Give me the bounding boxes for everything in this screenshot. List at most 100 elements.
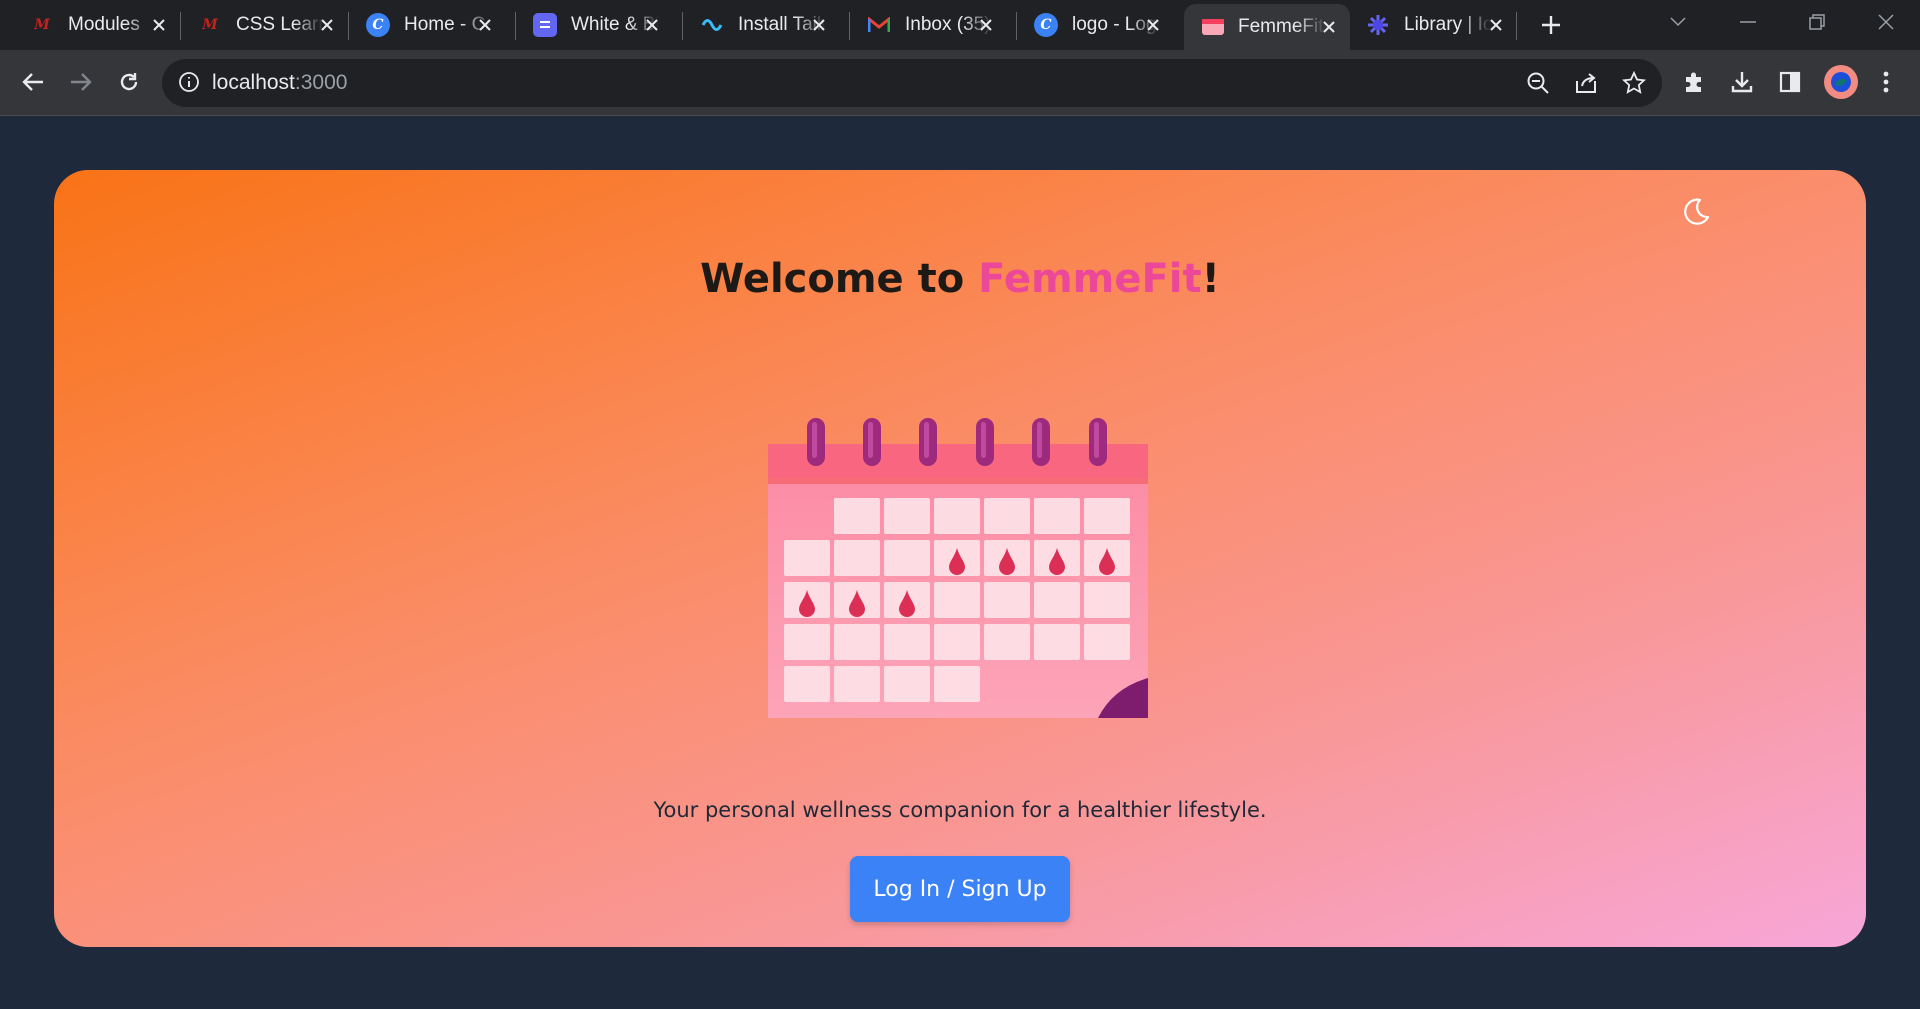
close-icon [1878,14,1894,30]
minimize-icon [1740,21,1756,23]
reload-icon [120,73,138,91]
tab-home-canva[interactable]: C Home - Canva [336,0,506,50]
close-icon[interactable] [975,14,997,36]
calendar-day-cell [934,582,980,618]
tab-femmefit[interactable]: FemmeFit [1184,4,1350,50]
restore-icon [1809,14,1825,30]
restore-button[interactable] [1795,4,1839,40]
calendar-day-cell [1084,624,1130,660]
zoom-out-icon[interactable] [1524,69,1552,97]
calendar-day-cell [934,624,980,660]
avatar-icon [1831,72,1851,92]
reload-button[interactable] [111,64,147,100]
binder-ring-highlight [868,422,873,458]
calendar-day-cell [834,498,880,534]
binder-ring-highlight [981,422,986,458]
plus-icon [1542,16,1560,34]
side-panel-icon [1779,71,1801,93]
minimize-button[interactable] [1726,4,1770,40]
back-button[interactable] [15,64,51,100]
calendar-day-cell [784,666,830,702]
tab-library[interactable]: Library | Icons [1352,0,1517,50]
tab-install-tailwind[interactable]: Install Tailwind [670,0,840,50]
close-icon[interactable] [1318,16,1340,38]
downloads-button[interactable] [1724,64,1760,100]
calendar-day-cell [834,624,880,660]
bookmark-star-icon[interactable] [1620,69,1648,97]
calendar-day-cell [834,666,880,702]
close-icon[interactable] [808,14,830,36]
tab-search-button[interactable] [1656,4,1700,40]
tab-modules[interactable]: M Modules [0,0,180,50]
tab-inbox[interactable]: Inbox (35) [837,0,1007,50]
welcome-heading: Welcome to FemmeFit! [54,256,1866,302]
close-icon[interactable] [1485,14,1507,36]
tab-strip: M Modules M CSS Learn C Home - Canva Whi… [0,0,1920,50]
close-window-button[interactable] [1864,4,1908,40]
arrow-right-icon [71,73,92,91]
chevron-down-icon [1670,17,1686,27]
moon-icon [1684,198,1710,225]
side-panel-button[interactable] [1772,64,1808,100]
page-viewport: Welcome to FemmeFit! Your personal welln… [0,117,1920,1009]
forward-button[interactable] [63,64,99,100]
calendar-day-cell [1034,498,1080,534]
tab-title: Library | Icons [1404,14,1492,35]
calendar-day-cell [984,498,1030,534]
tailwind-icon [700,13,724,37]
url-host: localhost [212,71,295,94]
tagline: Your personal wellness companion for a h… [653,798,1267,822]
calendar-day-cell [934,498,980,534]
calendar-day-cell [884,540,930,576]
calendar-day-cell [884,498,930,534]
doc-icon [533,13,557,37]
femmefit-icon [1202,19,1224,35]
tab-title: FemmeFit [1238,16,1324,37]
calendar-day-cell [934,666,980,702]
calendar-day-cell [1084,498,1130,534]
share-icon[interactable] [1572,69,1600,97]
canva-icon: C [1034,13,1058,37]
m-logo-icon: M [202,17,218,33]
calendar-day-cell [784,624,830,660]
gear-flower-icon [1366,13,1390,37]
tab-css-learn[interactable]: M CSS Learn [168,0,348,50]
close-icon[interactable] [1142,14,1164,36]
calendar-day-cell [834,540,880,576]
close-icon[interactable] [474,14,496,36]
info-icon[interactable] [178,71,200,98]
calendar-day-cell [1034,624,1080,660]
binder-ring-highlight [1094,422,1099,458]
address-bar[interactable]: localhost:3000 [162,59,1662,107]
canva-icon: C [366,13,390,37]
url-port: :3000 [294,71,348,94]
login-signup-button[interactable]: Log In / Sign Up [850,856,1070,922]
calendar-day-cell [984,624,1030,660]
browser-menu-button[interactable] [1868,64,1904,100]
theme-toggle-button[interactable] [1674,190,1718,234]
arrow-left-icon [22,73,43,91]
browser-toolbar: localhost:3000 [0,50,1920,116]
close-icon[interactable] [316,14,338,36]
calendar-day-cell [1084,582,1130,618]
more-vert-icon [1883,71,1889,93]
binder-ring-highlight [1037,422,1042,458]
close-icon[interactable] [641,14,663,36]
hero-card: Welcome to FemmeFit! Your personal welln… [54,170,1866,947]
tab-divider [1516,12,1517,40]
tab-white-blue[interactable]: White & Blue [503,0,673,50]
close-icon[interactable] [148,14,170,36]
new-tab-button[interactable] [1536,10,1566,40]
calendar-day-cell [984,582,1030,618]
brand-name: FemmeFit [978,256,1202,302]
m-logo-icon: M [34,17,50,33]
tab-title: CSS Learn [236,14,324,35]
gmail-icon [867,13,891,37]
puzzle-icon [1686,72,1701,92]
extensions-button[interactable] [1676,64,1712,100]
download-icon [1731,72,1753,93]
welcome-suffix: ! [1201,256,1220,302]
calendar-day-cell [1034,582,1080,618]
profile-avatar[interactable] [1824,65,1858,99]
tab-logo[interactable]: C logo - Logo [1004,0,1174,50]
